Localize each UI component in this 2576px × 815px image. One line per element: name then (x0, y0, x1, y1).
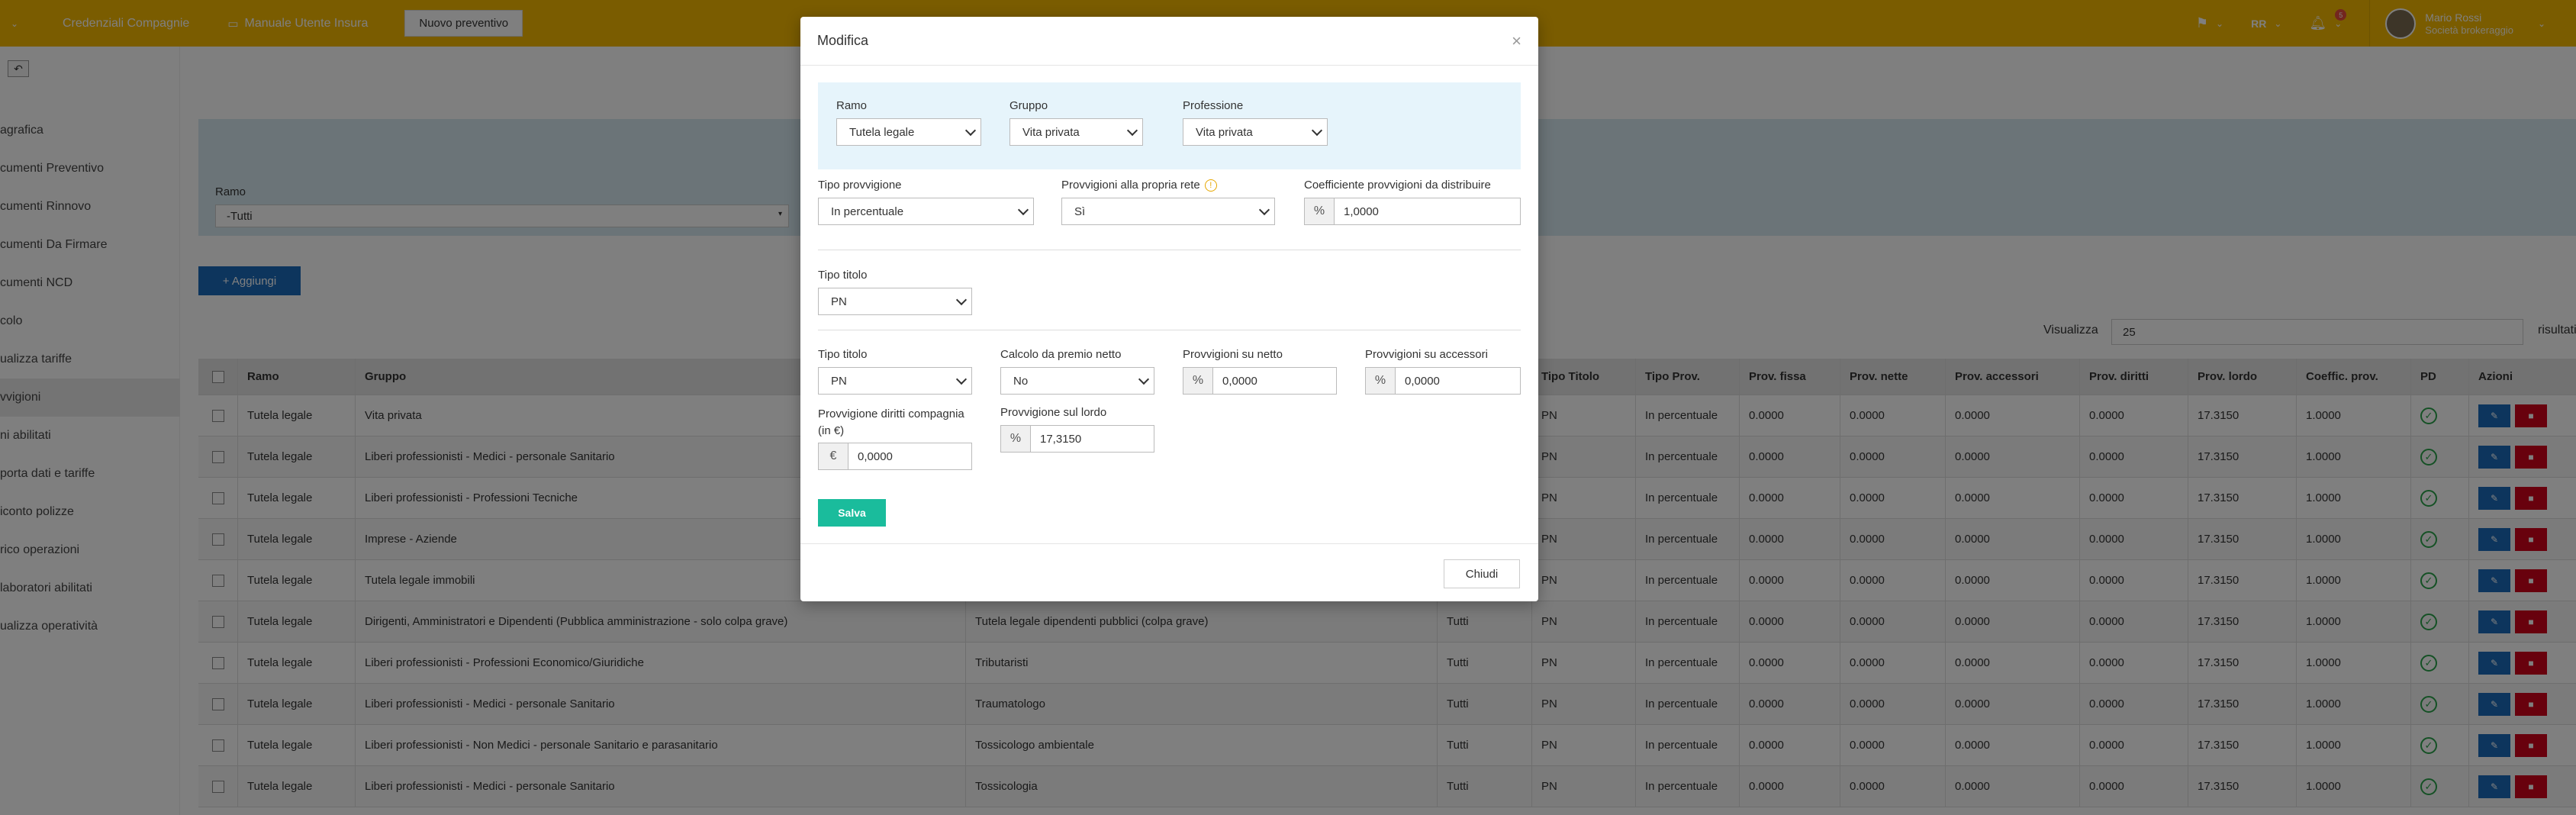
provvigioni-netto-input[interactable]: 0,0000 (1213, 367, 1337, 395)
chevron-down-icon (1138, 373, 1150, 385)
percent-addon: % (1183, 367, 1213, 395)
ramo-label: Ramo (836, 99, 868, 112)
provvigioni-rete-label: Provvigioni alla propria rete (1061, 179, 1200, 192)
chevron-down-icon (1017, 204, 1029, 215)
info-icon[interactable]: ! (1204, 179, 1217, 192)
provvigioni-netto-label: Provvigioni su netto (1183, 348, 1283, 361)
ramo-select[interactable]: Tutela legale (836, 118, 981, 146)
provvigione-diritti-label: Provvigione diritti compagnia (in €) (818, 408, 964, 437)
gruppo-select[interactable]: Vita privata (1009, 118, 1143, 146)
tipo-titolo-select[interactable]: PN (818, 288, 972, 315)
coefficiente-input[interactable]: 1,0000 (1335, 198, 1521, 225)
coefficiente-label: Coefficiente provvigioni da distribuire (1304, 179, 1491, 192)
tipo-provvigione-select[interactable]: In percentuale (818, 198, 1034, 225)
provvigioni-accessori-label: Provvigioni su accessori (1365, 348, 1488, 361)
provvigioni-rete-select[interactable]: Sì (1061, 198, 1275, 226)
chevron-down-icon (1311, 124, 1323, 136)
save-button[interactable]: Salva (818, 499, 886, 527)
calcolo-premio-netto-select[interactable]: No (1000, 367, 1154, 395)
percent-addon: % (1000, 425, 1031, 453)
professione-select[interactable]: Vita privata (1183, 118, 1328, 146)
modal-footer-divider (800, 543, 1538, 544)
edit-modal: Modifica × Ramo Tutela legale Gruppo Vit… (800, 17, 1538, 601)
modal-header: Modifica × (800, 17, 1538, 66)
percent-addon: % (1304, 198, 1335, 225)
chevron-down-icon (955, 294, 968, 305)
provvigioni-accessori-input[interactable]: 0,0000 (1396, 367, 1521, 395)
gruppo-label: Gruppo (1009, 99, 1048, 112)
tipo-provvigione-label: Tipo provvigione (818, 179, 902, 192)
tipo-titolo-label: Tipo titolo (818, 269, 868, 282)
professione-label: Professione (1183, 99, 1244, 112)
close-button[interactable]: Chiudi (1444, 559, 1520, 588)
calcolo-premio-netto-label: Calcolo da premio netto (1000, 348, 1122, 361)
provvigione-lordo-input[interactable]: 17,3150 (1031, 425, 1154, 453)
close-icon[interactable]: × (1512, 31, 1521, 51)
chevron-down-icon (955, 373, 968, 385)
chevron-down-icon (964, 124, 977, 136)
provvigione-lordo-label: Provvigione sul lordo (1000, 406, 1107, 419)
tipo-titolo-row-label: Tipo titolo (818, 348, 868, 361)
modal-title: Modifica (817, 33, 869, 48)
tipo-titolo-row-select[interactable]: PN (818, 367, 972, 395)
chevron-down-icon (1258, 204, 1270, 215)
provvigione-diritti-input[interactable]: 0,0000 (848, 443, 972, 470)
chevron-down-icon (1126, 124, 1138, 136)
euro-addon: € (818, 443, 848, 470)
percent-addon: % (1365, 367, 1396, 395)
